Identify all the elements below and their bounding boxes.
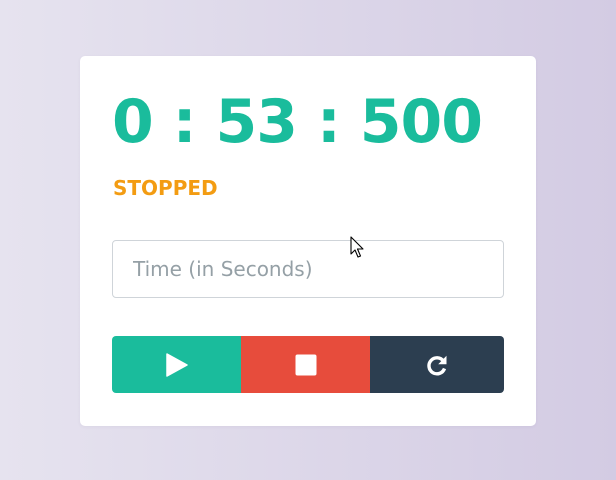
stop-button[interactable] (241, 336, 370, 393)
timer-display: 0 : 53 : 500 (112, 87, 483, 157)
time-input[interactable] (112, 240, 504, 298)
reset-icon (427, 355, 447, 375)
timer-controls (112, 336, 504, 393)
timer-status: STOPPED (113, 176, 218, 200)
timer-card: 0 : 53 : 500 STOPPED (80, 56, 536, 426)
play-icon (165, 352, 188, 377)
reset-button[interactable] (370, 336, 504, 393)
stop-icon (295, 354, 316, 375)
play-button[interactable] (112, 336, 241, 393)
